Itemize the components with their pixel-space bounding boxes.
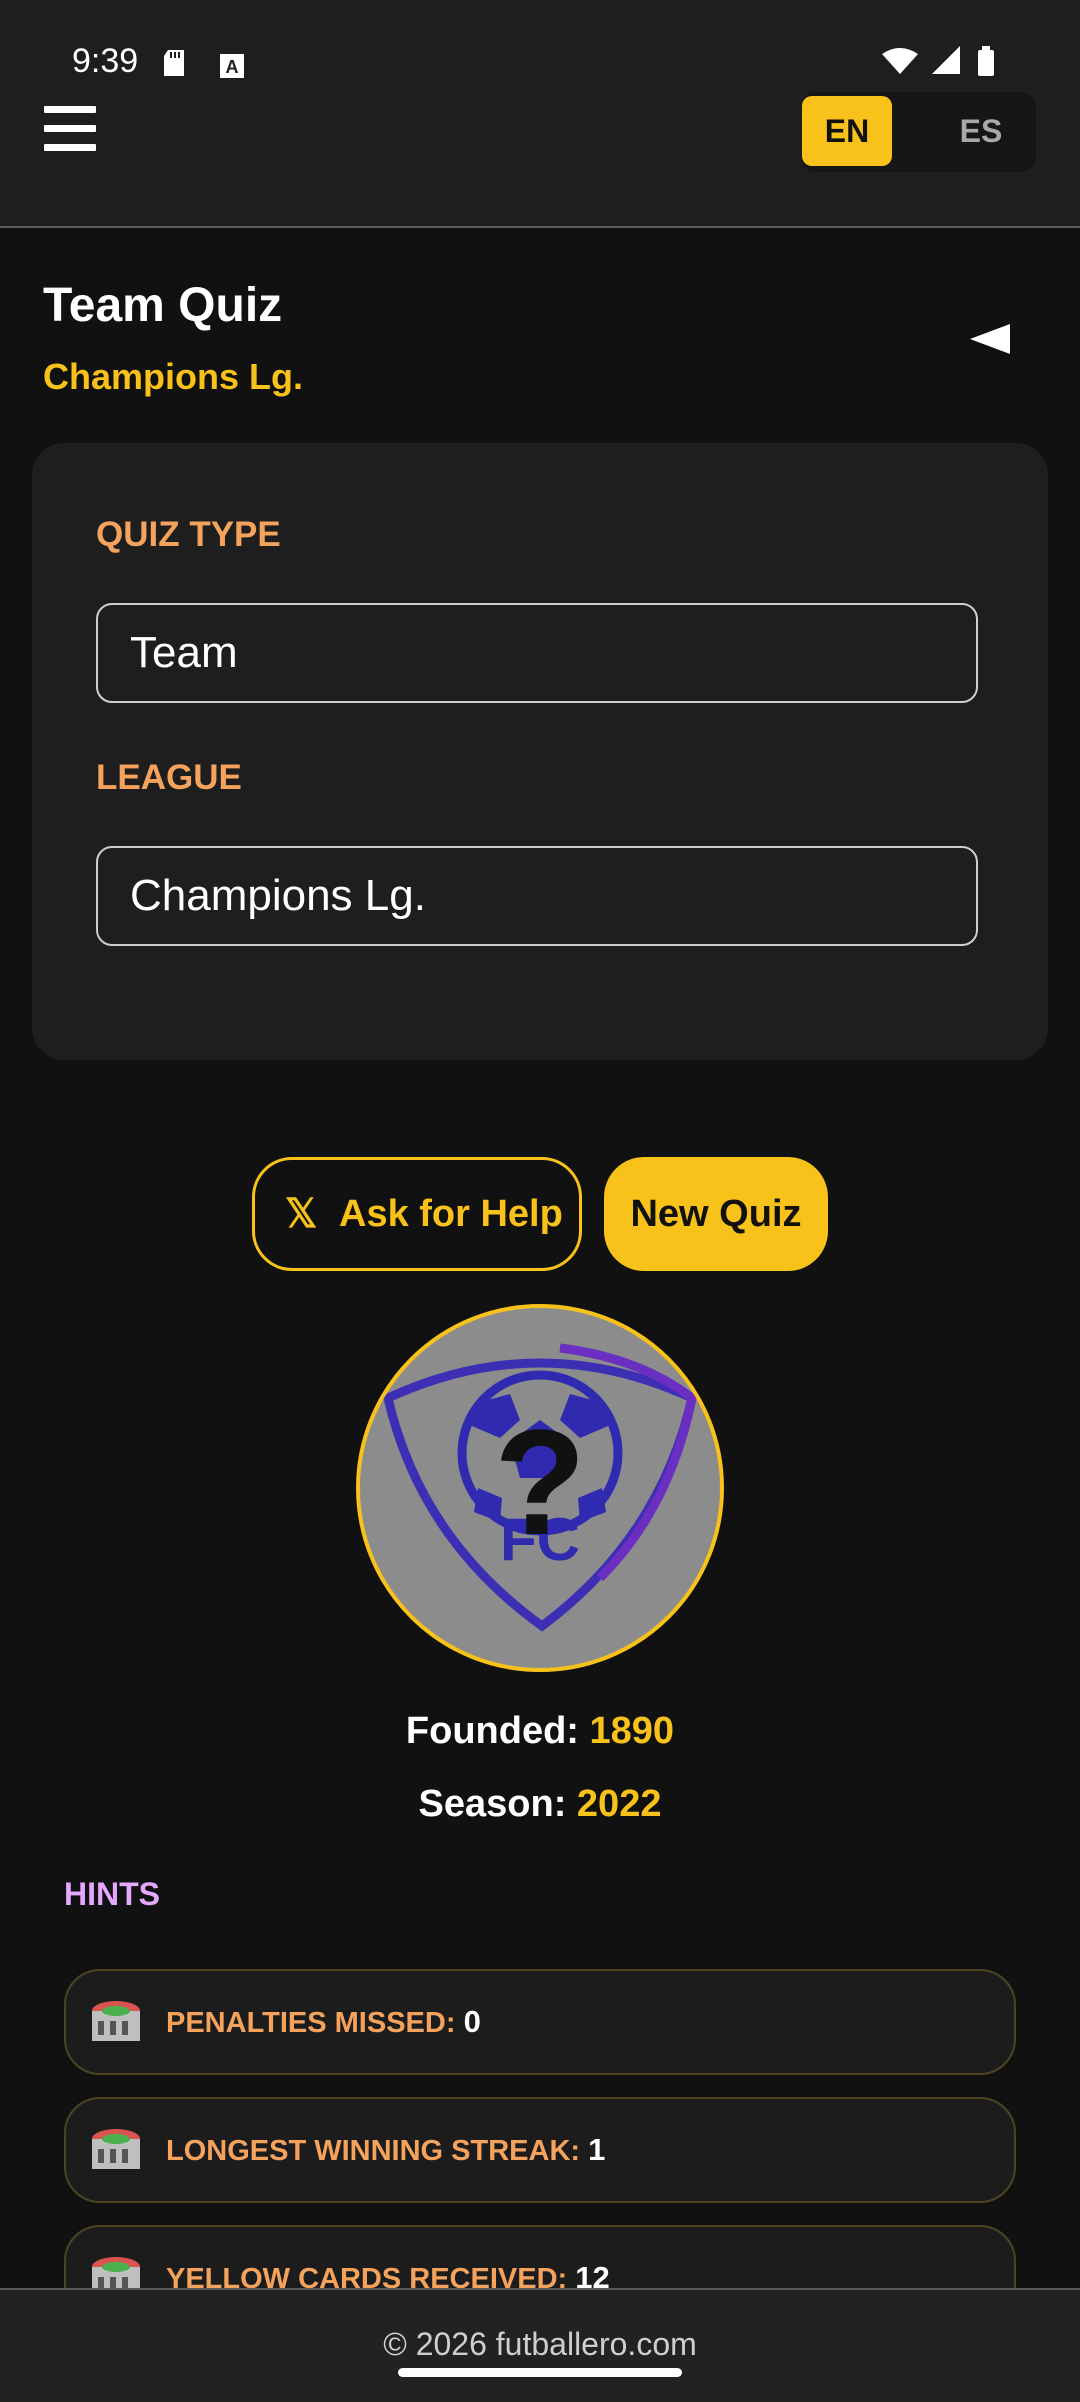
status-time: 9:39	[72, 42, 139, 80]
ask-for-help-button[interactable]: 𝕏 Ask for Help	[252, 1157, 582, 1271]
founded-value: 1890	[589, 1710, 675, 1752]
page-title: Team Quiz	[43, 279, 283, 332]
new-quiz-button[interactable]: New Quiz	[604, 1157, 828, 1271]
language-switcher: EN ES	[802, 92, 1036, 172]
shield-ball-icon: FC ?	[382, 1343, 698, 1632]
lang-es-button[interactable]: ES	[936, 96, 1026, 166]
quiz-type-label: QUIZ TYPE	[96, 515, 281, 554]
wifi-icon	[882, 48, 918, 74]
hamburger-menu-icon[interactable]	[44, 106, 96, 158]
notification-a-icon: A	[220, 54, 244, 78]
gesture-navigation-bar[interactable]	[398, 2368, 682, 2377]
sd-card-icon	[164, 50, 184, 76]
collapse-arrow-icon[interactable]	[970, 324, 1014, 354]
signal-icon	[932, 46, 960, 74]
footer-copyright: © 2026 futballero.com	[383, 2326, 697, 2362]
question-mark-icon: ?	[494, 1398, 586, 1566]
stadium-icon	[92, 2001, 140, 2041]
footer: © 2026 futballero.com	[0, 2288, 1080, 2402]
team-crest-image: FC ?	[356, 1304, 724, 1672]
founded-label: Founded:	[405, 1710, 590, 1752]
season-line: Season: 2022	[0, 1783, 1080, 1826]
system-status-icons	[882, 46, 994, 76]
hint-item: PENALTIES MISSED: 0	[64, 1969, 1016, 2075]
hint-label: LONGEST WINNING STREAK:	[166, 2135, 589, 2167]
lang-en-button[interactable]: EN	[802, 96, 892, 166]
league-select[interactable]: Champions Lg.	[96, 846, 978, 946]
app-header: EN ES	[0, 80, 1080, 228]
season-value: 2022	[576, 1783, 662, 1825]
x-logo-icon: 𝕏	[285, 1192, 318, 1236]
hint-value: 0	[463, 2004, 481, 2039]
hint-value: 1	[588, 2132, 606, 2167]
page-subtitle: Champions Lg.	[43, 356, 303, 397]
battery-icon	[978, 50, 994, 76]
status-bar: 9:39 A	[0, 0, 1080, 80]
ask-for-help-label: Ask for Help	[339, 1193, 563, 1235]
hint-item: LONGEST WINNING STREAK: 1	[64, 2097, 1016, 2203]
quiz-type-select[interactable]: Team	[96, 603, 978, 703]
hint-label: PENALTIES MISSED:	[166, 2007, 464, 2039]
hints-title: HINTS	[64, 1876, 160, 1912]
stadium-icon	[92, 2129, 140, 2169]
quiz-settings-card: QUIZ TYPE Team LEAGUE Champions Lg.	[32, 443, 1048, 1060]
league-label: LEAGUE	[96, 758, 242, 797]
season-label: Season:	[418, 1783, 577, 1825]
founded-line: Founded: 1890	[0, 1710, 1080, 1753]
